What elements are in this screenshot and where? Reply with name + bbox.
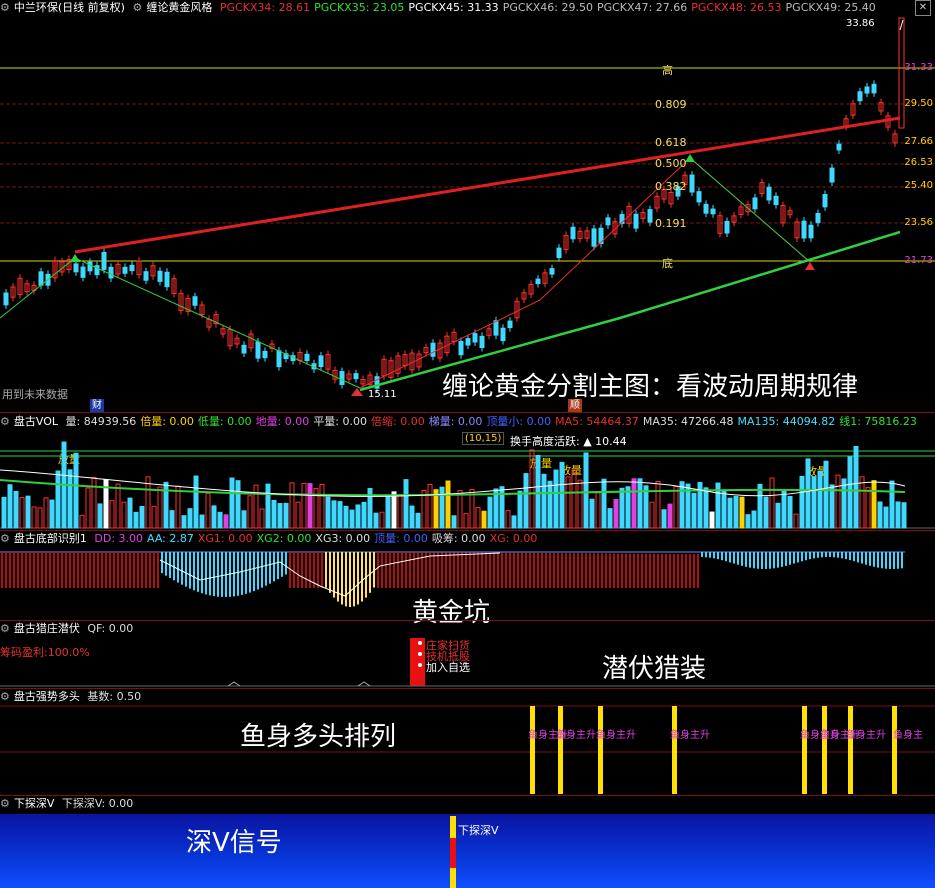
trend-bar xyxy=(892,706,897,794)
deepv-signal-bar-red xyxy=(450,838,456,868)
settings-icon[interactable]: ⚙ xyxy=(0,797,10,810)
indicator-value: 下探深V: 0.00 xyxy=(61,797,134,810)
deepv-signal-bar-yellow xyxy=(450,816,456,838)
trend-title: 鱼身多头排列 xyxy=(240,722,397,752)
deepv-title: 深V信号 xyxy=(186,828,282,858)
trend-tag: 鱼身主升 xyxy=(670,730,710,741)
trend-bar xyxy=(822,706,827,794)
deepv-header: ⚙ 下探深V 下探深V: 0.00 xyxy=(0,796,141,812)
trend-tag: 鱼身主 xyxy=(893,730,923,741)
deepv-signal-label: 下探深V xyxy=(458,824,499,837)
trend-bar xyxy=(802,706,807,794)
trend-bar xyxy=(672,706,677,794)
trend-tag: 鱼身主升 xyxy=(556,730,596,741)
deepv-signal-bar-yellow xyxy=(450,868,456,888)
trend-bar xyxy=(530,706,535,794)
trend-bar xyxy=(558,706,563,794)
deepv-name[interactable]: 下探深V xyxy=(14,797,55,810)
trend-tag: 鱼身主升 xyxy=(596,730,636,741)
trend-chart xyxy=(0,705,935,794)
trend-bar xyxy=(848,706,853,794)
trend-tag: 鱼身主升 xyxy=(846,730,886,741)
trend-bar xyxy=(598,706,603,794)
